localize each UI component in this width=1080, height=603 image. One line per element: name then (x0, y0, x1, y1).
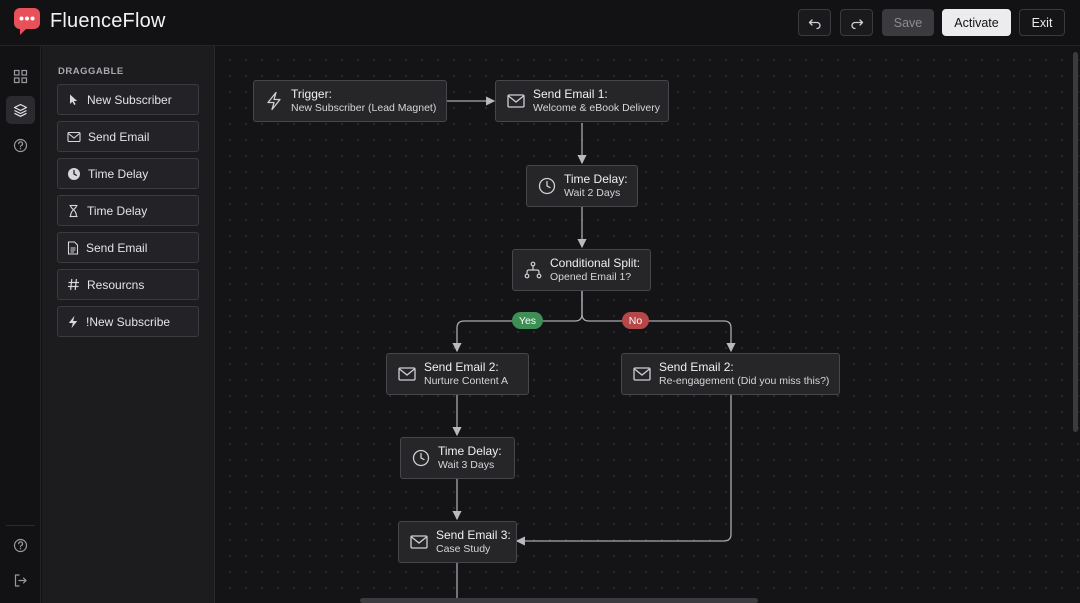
palette-item-time-delay[interactable]: Time Delay (57, 158, 199, 189)
node-subtitle: Wait 2 Days (564, 187, 621, 199)
node-subtitle: Welcome & eBook Delivery (533, 102, 661, 114)
mail-icon (67, 131, 81, 142)
split-icon (524, 261, 542, 279)
save-button[interactable]: Save (882, 9, 934, 36)
bolt-icon (267, 91, 281, 111)
node-trigger[interactable]: Trigger: New Subscriber (Lead Magnet) (253, 80, 447, 122)
node-send-email-1[interactable]: Send Email 1: Welcome & eBook Delivery (495, 80, 669, 122)
palette-item-label: Time Delay (88, 166, 149, 181)
node-title: Trigger: (291, 87, 332, 101)
palette-item-new-subscriber[interactable]: New Subscriber (57, 84, 199, 115)
node-title: Time Delay: (564, 172, 628, 186)
mail-icon (633, 367, 651, 381)
rail-divider (6, 525, 35, 526)
node-subtitle: Wait 3 Days (438, 459, 495, 471)
logout-icon (14, 573, 27, 587)
branch-no-badge: No (622, 312, 649, 329)
clock-icon (538, 177, 556, 195)
top-bar: FluenceFlow Save Activate Exit (0, 0, 1080, 46)
activate-button[interactable]: Activate (942, 9, 1011, 36)
node-title: Conditional Split: (550, 256, 641, 270)
node-send-email-2-reengagement[interactable]: Send Email 2: Re-engagement (Did you miss… (621, 353, 840, 395)
rail-layers-button[interactable] (6, 96, 35, 124)
undo-icon (808, 18, 821, 29)
node-subtitle: Opened Email 1? (550, 271, 632, 283)
palette-item-time-delay-hourglass[interactable]: Time Delay (57, 195, 199, 226)
palette-item-label: !New Subscribe (86, 314, 171, 329)
clock-icon (68, 167, 80, 180)
branch-yes-badge: Yes (512, 312, 543, 329)
cursor-icon (70, 94, 78, 105)
chat-bubble-logo-icon (14, 8, 40, 35)
flow-canvas[interactable]: Yes No Trigger: New Subscriber (Lead Magn… (216, 46, 1080, 603)
mail-icon (398, 367, 416, 381)
vertical-scrollbar[interactable] (1073, 52, 1078, 432)
palette-item-send-email[interactable]: Send Email (57, 121, 199, 152)
node-conditional-split[interactable]: Conditional Split: Opened Email 1? (512, 249, 651, 291)
palette-item-label: Time Delay (87, 203, 148, 218)
node-title: Send Email 3: (436, 528, 511, 542)
node-subtitle: Re-engagement (Did you miss this?) (659, 375, 830, 387)
rail-help-button[interactable] (6, 131, 35, 159)
rail-logout-button[interactable] (6, 566, 35, 594)
node-title: Send Email 2: (424, 360, 499, 374)
hourglass-icon (69, 204, 78, 217)
node-subtitle: New Subscriber (Lead Magnet) (291, 102, 437, 114)
help-icon (13, 138, 28, 152)
node-title: Send Email 1: (533, 87, 608, 101)
undo-button[interactable] (798, 9, 831, 36)
node-time-delay-2-days[interactable]: Time Delay: Wait 2 Days (526, 165, 638, 207)
dashboard-icon (13, 69, 28, 83)
redo-button[interactable] (840, 9, 873, 36)
edge-split-no (581, 291, 736, 353)
palette-item-label: Send Email (88, 129, 150, 144)
app-title: FluenceFlow (50, 10, 166, 32)
bolt-icon (68, 315, 78, 328)
node-send-email-3[interactable]: Send Email 3: Case Study (398, 521, 517, 563)
palette-item-label: Send Email (86, 240, 148, 255)
palette-item-resources[interactable]: Resourcns (57, 269, 199, 300)
rail-support-button[interactable] (6, 531, 35, 559)
palette-heading: DRAGGABLE (58, 66, 124, 77)
palette-item-label: Resourcns (87, 277, 145, 292)
redo-icon (850, 18, 863, 29)
hash-icon (68, 278, 79, 291)
rail-dashboard-button[interactable] (6, 62, 35, 90)
node-send-email-2-nurture[interactable]: Send Email 2: Nurture Content A (386, 353, 529, 395)
node-subtitle: Case Study (436, 543, 491, 555)
horizontal-scrollbar[interactable] (360, 598, 758, 603)
palette-panel: DRAGGABLE New Subscriber Send Email Time… (42, 46, 215, 603)
document-icon (67, 240, 79, 255)
left-rail (0, 46, 41, 603)
node-subtitle: Nurture Content A (424, 375, 509, 387)
layers-icon (13, 103, 28, 117)
help-icon (13, 538, 28, 552)
exit-button[interactable]: Exit (1019, 9, 1065, 36)
node-title: Time Delay: (438, 444, 502, 458)
palette-item-label: New Subscriber (87, 92, 172, 107)
clock-icon (412, 449, 430, 467)
palette-item-send-email-doc[interactable]: Send Email (57, 232, 199, 263)
node-title: Send Email 2: (659, 360, 734, 374)
mail-icon (410, 535, 428, 549)
node-time-delay-3-days[interactable]: Time Delay: Wait 3 Days (400, 437, 515, 479)
edge-reengage-to-email3 (515, 395, 732, 546)
mail-icon (507, 94, 525, 108)
palette-item-new-subscribe-trigger[interactable]: !New Subscribe (57, 306, 199, 337)
